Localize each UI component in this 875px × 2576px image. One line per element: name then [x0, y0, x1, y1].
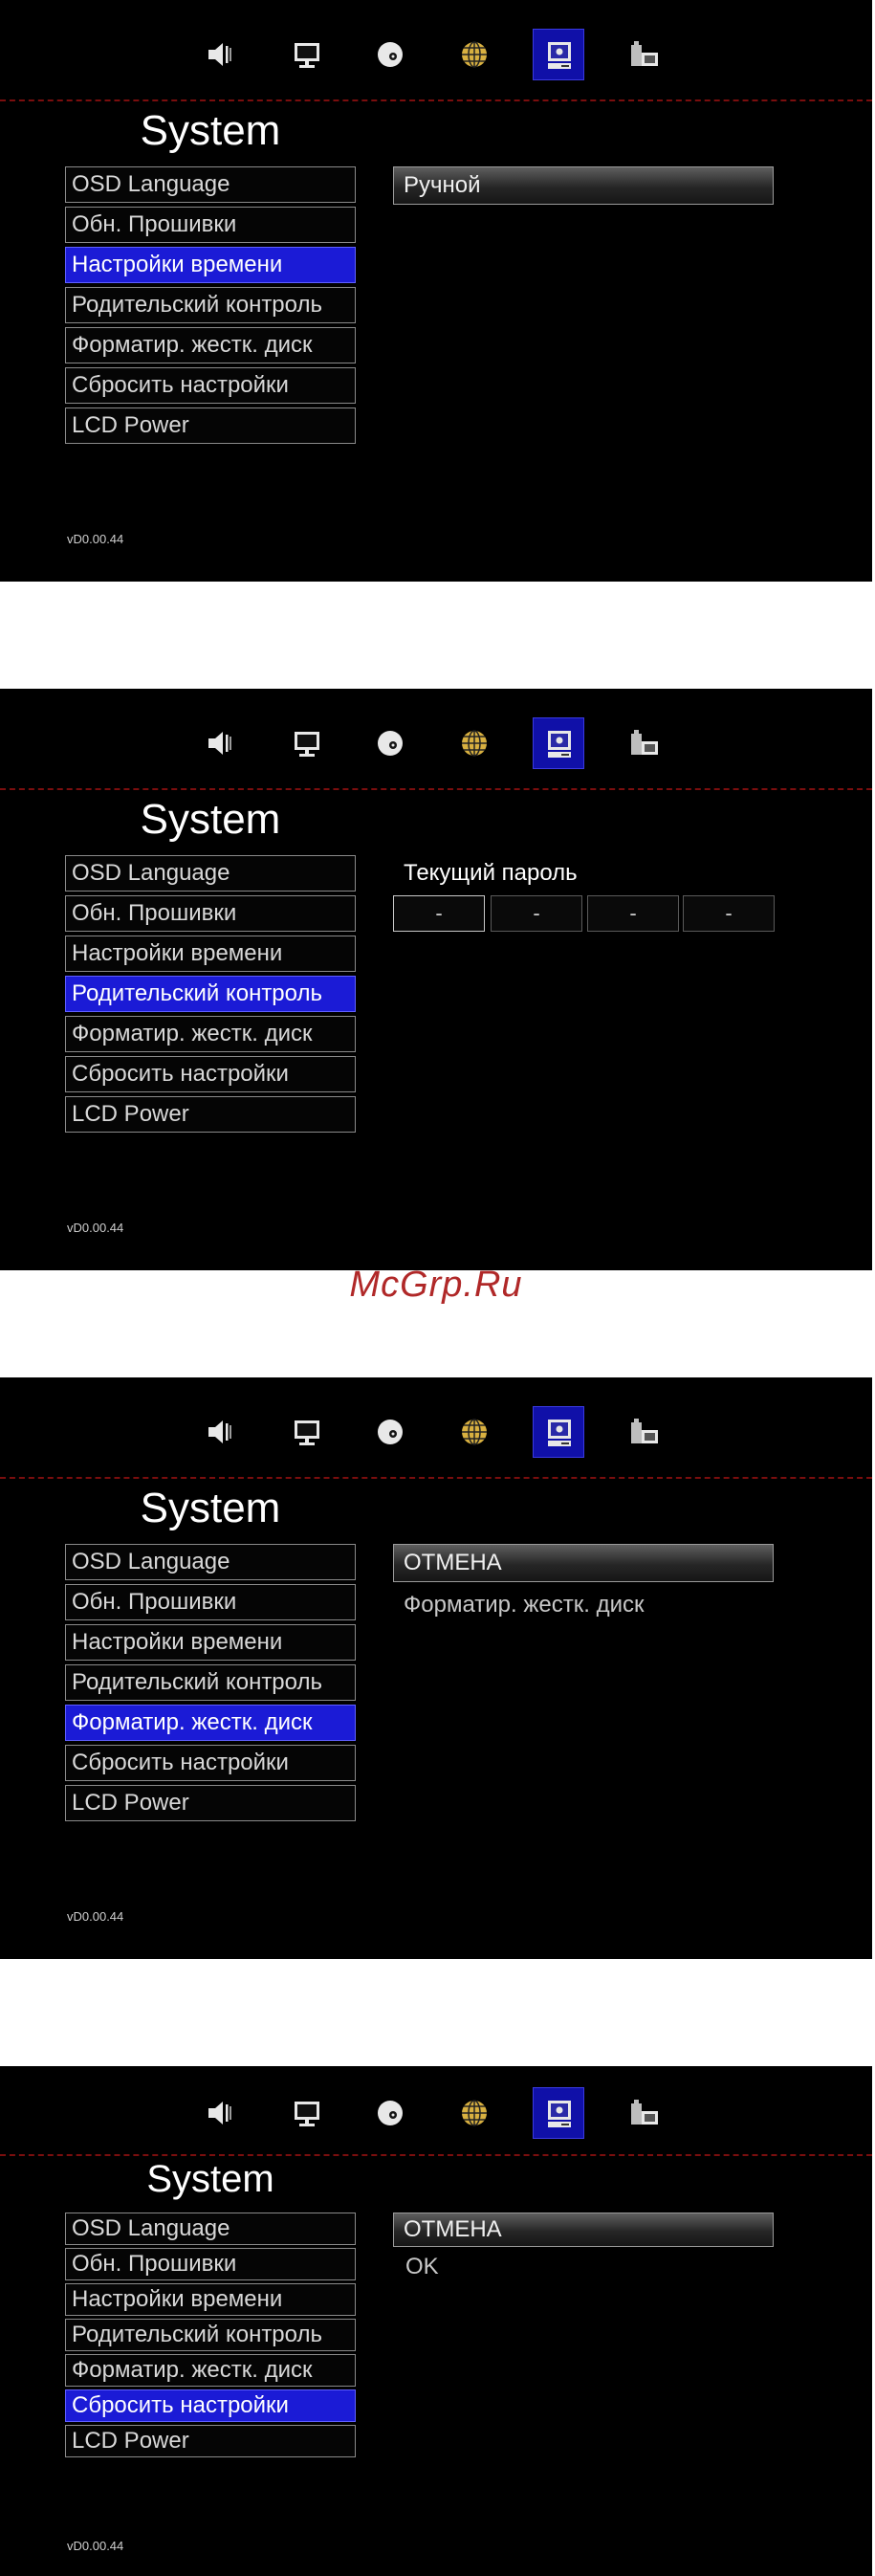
- menu-item-lcd-power[interactable]: LCD Power: [65, 407, 356, 444]
- menu-item-firmware-update[interactable]: Обн. Прошивки: [65, 895, 356, 932]
- watermark: McGrp.Ru: [349, 1265, 523, 1305]
- menu-item-format-hdd[interactable]: Форматир. жестк. диск: [65, 327, 356, 363]
- system-icon[interactable]: [533, 29, 584, 80]
- speaker-icon[interactable]: [194, 29, 246, 80]
- header-divider: [0, 2154, 872, 2156]
- password-digit-1[interactable]: -: [393, 895, 485, 932]
- cancel-option[interactable]: ОТМЕНА: [393, 2213, 774, 2247]
- globe-icon[interactable]: [448, 2087, 500, 2139]
- page-title: System: [140, 1485, 281, 1531]
- menu-item-reset-settings[interactable]: Сбросить настройки: [65, 367, 356, 404]
- page-title: System: [140, 796, 281, 843]
- firmware-version: vD0.00.44: [67, 1221, 124, 1235]
- time-mode-select[interactable]: Ручной: [393, 166, 774, 205]
- info-icon[interactable]: [619, 29, 670, 80]
- menu-item-reset-settings[interactable]: Сбросить настройки: [65, 2389, 356, 2422]
- toolbar: [0, 689, 872, 784]
- menu-item-osd-language[interactable]: OSD Language: [65, 855, 356, 892]
- menu-item-firmware-update[interactable]: Обн. Прошивки: [65, 207, 356, 243]
- info-icon[interactable]: [619, 717, 670, 769]
- toolbar: [0, 0, 872, 96]
- menu-item-time-settings[interactable]: Настройки времени: [65, 247, 356, 283]
- system-icon[interactable]: [533, 717, 584, 769]
- disc-icon[interactable]: [364, 1406, 416, 1458]
- menu-item-parental-control[interactable]: Родительский контроль: [65, 287, 356, 323]
- monitor-icon[interactable]: [281, 2087, 333, 2139]
- disc-icon[interactable]: [364, 717, 416, 769]
- menu-item-parental-control[interactable]: Родительский контроль: [65, 1664, 356, 1701]
- menu-item-osd-language[interactable]: OSD Language: [65, 1544, 356, 1580]
- screen-reset-settings: System OSD Language Обн. Прошивки Настро…: [0, 2066, 872, 2576]
- password-digit-2[interactable]: -: [491, 895, 582, 932]
- menu-item-parental-control[interactable]: Родительский контроль: [65, 2319, 356, 2351]
- menu-item-format-hdd[interactable]: Форматир. жестк. диск: [65, 1705, 356, 1741]
- menu-item-osd-language[interactable]: OSD Language: [65, 2213, 356, 2245]
- firmware-version: vD0.00.44: [67, 2539, 124, 2553]
- password-digit-4[interactable]: -: [683, 895, 775, 932]
- speaker-icon[interactable]: [194, 1406, 246, 1458]
- cancel-option[interactable]: ОТМЕНА: [393, 1544, 774, 1582]
- format-hdd-option[interactable]: Форматир. жестк. диск: [404, 1592, 644, 1618]
- monitor-icon[interactable]: [281, 717, 333, 769]
- firmware-version: vD0.00.44: [67, 532, 124, 546]
- menu-item-format-hdd[interactable]: Форматир. жестк. диск: [65, 2354, 356, 2387]
- password-digit-3[interactable]: -: [587, 895, 679, 932]
- globe-icon[interactable]: [448, 1406, 500, 1458]
- info-icon[interactable]: [619, 2087, 670, 2139]
- system-icon[interactable]: [533, 1406, 584, 1458]
- screen-time-settings: System OSD Language Обн. Прошивки Настро…: [0, 0, 872, 582]
- disc-icon[interactable]: [364, 2087, 416, 2139]
- page-title: System: [146, 2158, 274, 2200]
- speaker-icon[interactable]: [194, 717, 246, 769]
- header-divider: [0, 99, 872, 101]
- header-divider: [0, 788, 872, 790]
- speaker-icon[interactable]: [194, 2087, 246, 2139]
- info-icon[interactable]: [619, 1406, 670, 1458]
- ok-option[interactable]: OK: [405, 2254, 439, 2280]
- globe-icon[interactable]: [448, 29, 500, 80]
- menu-item-format-hdd[interactable]: Форматир. жестк. диск: [65, 1016, 356, 1052]
- firmware-version: vD0.00.44: [67, 1909, 124, 1924]
- monitor-icon[interactable]: [281, 29, 333, 80]
- menu-item-lcd-power[interactable]: LCD Power: [65, 1785, 356, 1821]
- toolbar: [0, 1377, 872, 1473]
- globe-icon[interactable]: [448, 717, 500, 769]
- menu-item-osd-language[interactable]: OSD Language: [65, 166, 356, 203]
- header-divider: [0, 1477, 872, 1479]
- menu-item-reset-settings[interactable]: Сбросить настройки: [65, 1745, 356, 1781]
- disc-icon[interactable]: [364, 29, 416, 80]
- screen-format-hdd: System OSD Language Обн. Прошивки Настро…: [0, 1377, 872, 1959]
- menu-item-lcd-power[interactable]: LCD Power: [65, 1096, 356, 1133]
- screen-parental-control: System OSD Language Обн. Прошивки Настро…: [0, 689, 872, 1270]
- password-label: Текущий пароль: [404, 860, 578, 886]
- page-title: System: [140, 107, 281, 154]
- toolbar: [0, 2066, 872, 2162]
- menu-item-firmware-update[interactable]: Обн. Прошивки: [65, 1584, 356, 1620]
- menu-item-reset-settings[interactable]: Сбросить настройки: [65, 1056, 356, 1092]
- menu-item-time-settings[interactable]: Настройки времени: [65, 1624, 356, 1661]
- menu-item-parental-control[interactable]: Родительский контроль: [65, 976, 356, 1012]
- menu-item-time-settings[interactable]: Настройки времени: [65, 936, 356, 972]
- menu-item-lcd-power[interactable]: LCD Power: [65, 2425, 356, 2457]
- menu-item-time-settings[interactable]: Настройки времени: [65, 2283, 356, 2316]
- system-icon[interactable]: [533, 2087, 584, 2139]
- menu-item-firmware-update[interactable]: Обн. Прошивки: [65, 2248, 356, 2280]
- monitor-icon[interactable]: [281, 1406, 333, 1458]
